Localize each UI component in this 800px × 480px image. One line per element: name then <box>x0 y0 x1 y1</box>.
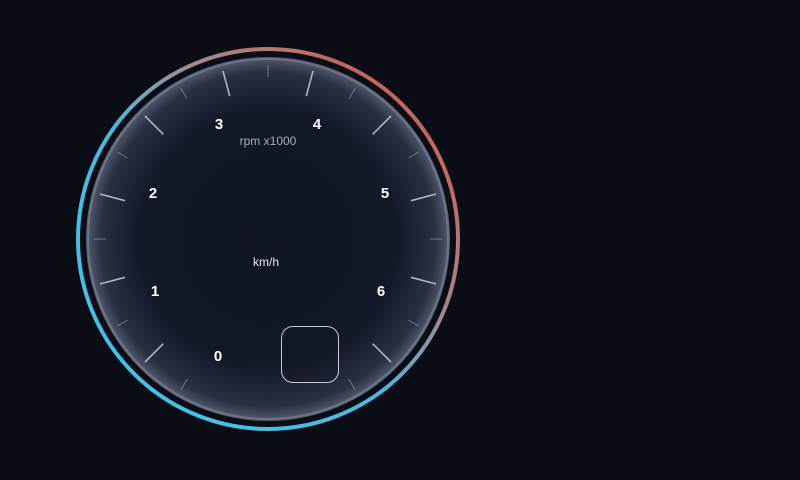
speed-unit-label: km/h <box>253 255 279 269</box>
scale-label-3: 3 <box>215 116 223 133</box>
scale-label-6: 6 <box>377 283 385 300</box>
scale-label-4: 4 <box>313 116 322 133</box>
gear-indicator <box>281 326 339 383</box>
tachometer-gauge: 0 1 2 3 4 5 6 rpm x1000 km/h <box>76 47 460 431</box>
rpm-unit-label: rpm x1000 <box>240 134 297 148</box>
scale-label-1: 1 <box>151 283 159 300</box>
tachometer-screen: 0 1 2 3 4 5 6 rpm x1000 km/h <box>0 0 800 480</box>
scale-label-5: 5 <box>381 185 389 202</box>
scale-label-0: 0 <box>214 348 222 365</box>
scale-label-2: 2 <box>149 185 157 202</box>
